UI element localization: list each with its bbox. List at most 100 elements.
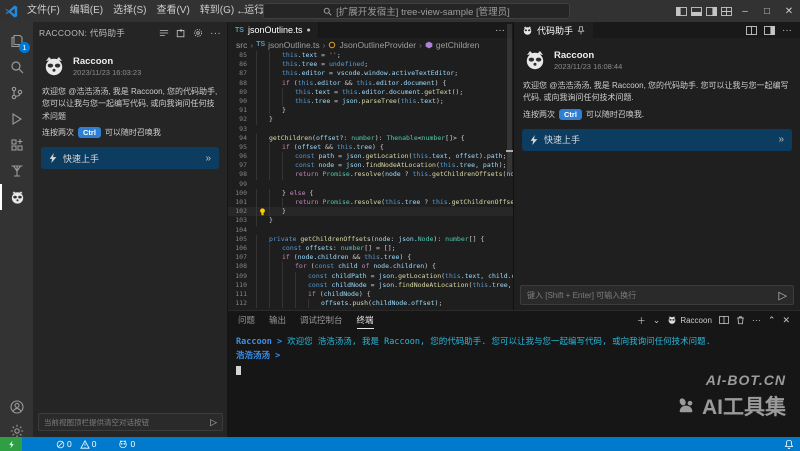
line-number[interactable]: 105	[228, 235, 256, 244]
explorer-icon[interactable]: 1	[0, 28, 33, 54]
code-line-101[interactable]: 101return Promise.resolve(this.tree ? th…	[228, 198, 513, 207]
code-line-95[interactable]: 95if (offset && this.tree) {	[228, 143, 513, 152]
toggle-panel-layout-icon[interactable]	[764, 26, 775, 35]
line-number[interactable]: 94	[228, 134, 256, 143]
code-line-109[interactable]: 109const childPath = json.getLocation(th…	[228, 272, 513, 281]
new-terminal-icon[interactable]: ＋	[637, 314, 646, 327]
line-number[interactable]: 98	[228, 170, 256, 179]
line-number[interactable]: 93	[228, 125, 256, 134]
maximize-button[interactable]: □	[756, 0, 778, 22]
tab-code-assistant[interactable]: 代码助手	[514, 22, 593, 38]
breadcrumb-method[interactable]: getChildren	[436, 40, 479, 50]
minimize-button[interactable]: –	[734, 0, 756, 22]
run-debug-icon[interactable]	[0, 106, 33, 132]
code-line-90[interactable]: 90this.tree = json.parseTree(this.text);	[228, 97, 513, 106]
line-number[interactable]: 107	[228, 253, 256, 262]
raccoon-status[interactable]: 0	[118, 439, 135, 449]
code-line-93[interactable]: 93	[228, 125, 513, 134]
extensions-icon[interactable]	[0, 132, 33, 158]
terminal-instance[interactable]: Raccoon	[667, 315, 712, 325]
code-line-96[interactable]: 96const path = json.getLocation(this.tex…	[228, 152, 513, 161]
line-number[interactable]: 89	[228, 88, 256, 97]
code-line-103[interactable]: 103}	[228, 216, 513, 225]
line-number[interactable]: 104	[228, 226, 256, 235]
panel-tab-输出[interactable]: 输出	[269, 311, 286, 329]
send-icon[interactable]: ▷	[779, 289, 787, 302]
raccoon-view-icon[interactable]	[0, 184, 33, 210]
code-line-100[interactable]: 100} else {	[228, 189, 513, 198]
chevron-down-icon[interactable]: ⌄	[653, 315, 661, 326]
menu-item-1[interactable]: 编辑(E)	[65, 5, 108, 16]
panel-tab-问题[interactable]: 问题	[238, 311, 255, 329]
panel-tab-调试控制台[interactable]: 调试控制台	[300, 311, 343, 329]
menu-item-3[interactable]: 查看(V)	[151, 5, 194, 16]
warnings-status[interactable]: 0	[80, 439, 97, 449]
line-number[interactable]: 90	[228, 97, 256, 106]
code-line-94[interactable]: 94getChildren(offset?: number): Thenable…	[228, 134, 513, 143]
line-number[interactable]: 92	[228, 115, 256, 124]
code-line-107[interactable]: 107if (node.children && this.tree) {	[228, 253, 513, 262]
toggle-sidebar-icon[interactable]	[674, 0, 689, 22]
line-number[interactable]: 103	[228, 216, 256, 225]
send-icon[interactable]: ▷	[210, 417, 217, 428]
test-view-icon[interactable]	[0, 158, 33, 184]
sidebar-more-icon[interactable]: ···	[210, 28, 221, 39]
line-number[interactable]: 85	[228, 51, 256, 60]
breadcrumb-class[interactable]: JsonOutlineProvider	[339, 40, 416, 50]
panel-more-icon[interactable]: ···	[752, 315, 761, 325]
line-number[interactable]: 109	[228, 272, 256, 281]
notifications-bell-icon[interactable]	[784, 439, 794, 449]
lightbulb-icon[interactable]	[259, 208, 266, 216]
code-line-104[interactable]: 104	[228, 226, 513, 235]
source-control-icon[interactable]	[0, 80, 33, 106]
code-line-98[interactable]: 98return Promise.resolve(node ? this.get…	[228, 170, 513, 179]
line-number[interactable]: 88	[228, 79, 256, 88]
code-line-97[interactable]: 97const node = json.findNodeAtLocation(t…	[228, 161, 513, 170]
remote-indicator[interactable]	[0, 437, 22, 451]
line-number[interactable]: 100	[228, 189, 256, 198]
line-number[interactable]: 108	[228, 262, 256, 271]
code-line-85[interactable]: 85this.text = '';	[228, 51, 513, 60]
quickstart-button[interactable]: 快速上手 »	[41, 147, 219, 169]
split-editor-icon[interactable]	[746, 26, 757, 35]
menu-item-4[interactable]: 转到(G)	[195, 5, 239, 16]
code-line-102[interactable]: 102}	[228, 207, 513, 216]
line-number[interactable]: 86	[228, 60, 256, 69]
line-number[interactable]: 106	[228, 244, 256, 253]
command-center[interactable]: [扩展开发宿主] tree-view-sample [管理员]	[263, 3, 570, 19]
account-icon[interactable]	[0, 394, 33, 420]
line-number[interactable]: 110	[228, 281, 256, 290]
code-line-99[interactable]: 99	[228, 180, 513, 189]
clear-chat-icon[interactable]	[159, 28, 169, 38]
line-number[interactable]: 112	[228, 299, 256, 308]
split-terminal-icon[interactable]	[719, 316, 729, 324]
code-line-106[interactable]: 106const offsets: number[] = [];	[228, 244, 513, 253]
line-number[interactable]: 97	[228, 161, 256, 170]
close-button[interactable]: ✕	[778, 0, 800, 22]
code-line-105[interactable]: 105private getChildrenOffsets(node: json…	[228, 235, 513, 244]
menu-item-2[interactable]: 选择(S)	[108, 5, 151, 16]
code-line-112[interactable]: 112offsets.push(childNode.offset);	[228, 299, 513, 308]
sidebar-settings-icon[interactable]	[193, 28, 203, 38]
line-number[interactable]: 96	[228, 152, 256, 161]
line-number[interactable]: 99	[228, 180, 256, 189]
code-line-111[interactable]: 111if (childNode) {	[228, 290, 513, 299]
code-line-89[interactable]: 89this.text = this.editor.document.getTe…	[228, 88, 513, 97]
quickstart-button[interactable]: 快速上手 »	[522, 129, 792, 151]
assistant-chat-input[interactable]: 键入 [Shift + Enter] 可输入换行 ▷	[520, 285, 794, 305]
code-line-110[interactable]: 110const childNode = json.findNodeAtLoca…	[228, 281, 513, 290]
search-view-icon[interactable]	[0, 54, 33, 80]
line-number[interactable]: 101	[228, 198, 256, 207]
panel-tab-终端[interactable]: 终端	[357, 311, 374, 329]
kill-terminal-icon[interactable]	[736, 315, 745, 325]
code-line-87[interactable]: 87this.editor = vscode.window.activeText…	[228, 69, 513, 78]
code-area[interactable]: 85this.text = '';86this.tree = undefined…	[228, 51, 513, 310]
customize-layout-icon[interactable]	[719, 0, 734, 22]
code-line-86[interactable]: 86this.tree = undefined;	[228, 60, 513, 69]
tab-jsonoutline[interactable]: TS jsonOutline.ts ●	[228, 22, 319, 38]
menu-item-0[interactable]: 文件(F)	[22, 5, 65, 16]
new-chat-icon[interactable]	[176, 28, 186, 38]
code-line-92[interactable]: 92}	[228, 115, 513, 124]
line-number[interactable]: 102	[228, 207, 256, 216]
back-arrow-icon[interactable]: ←	[236, 5, 247, 17]
